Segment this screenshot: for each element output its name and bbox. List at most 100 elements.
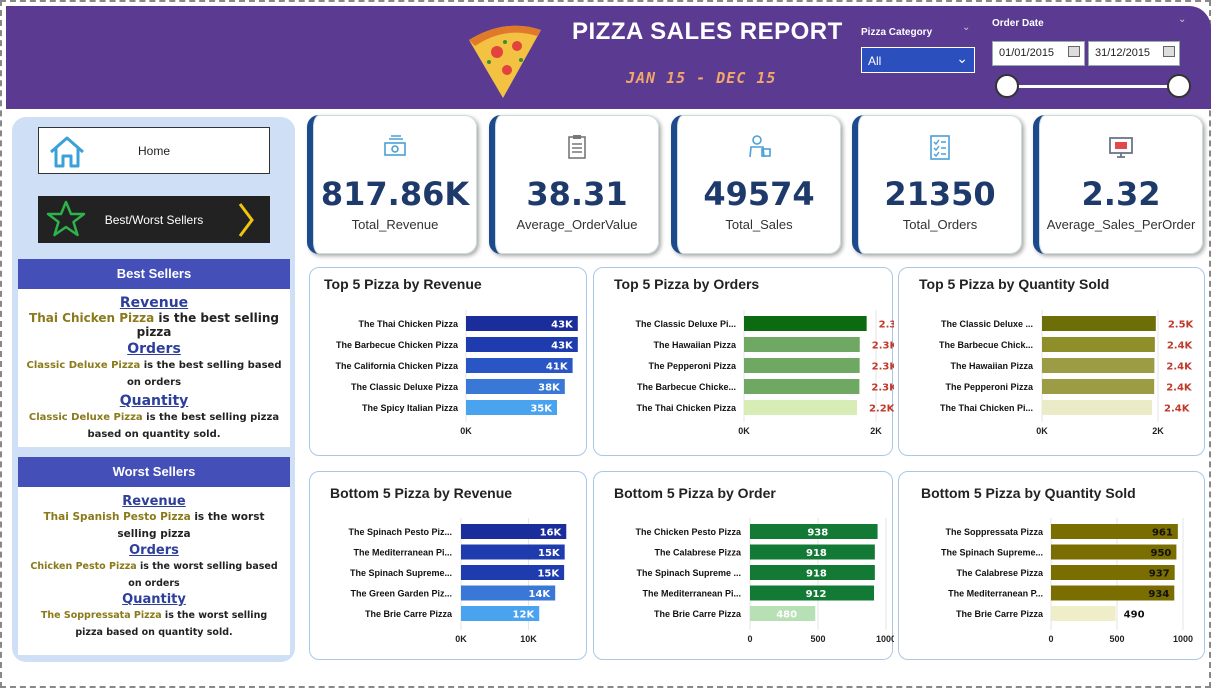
data-label: 961 — [1152, 528, 1173, 539]
data-label: 16K — [540, 528, 563, 539]
best-revenue-desc: is the best selling pizza — [136, 311, 279, 339]
category-label: The Barbecue Chicke... — [637, 382, 736, 392]
data-label: 43K — [551, 320, 574, 331]
bar[interactable] — [1042, 358, 1155, 373]
bar[interactable] — [1042, 316, 1156, 331]
bar[interactable] — [744, 379, 860, 394]
x-tick-label: 0K — [738, 426, 750, 436]
category-label: The Pepperoni Pizza — [945, 382, 1034, 392]
start-date-input[interactable]: 01/01/2015 — [992, 41, 1085, 66]
best-worst-sellers-button[interactable]: Best/Worst Sellers — [38, 196, 270, 243]
kpi-card-total-orders: 21350 Total_Orders — [852, 115, 1022, 254]
dashboard: PIZZA SALES REPORT JAN 15 - DEC 15 Pizza… — [0, 0, 1211, 688]
x-tick-label: 1000 — [876, 634, 894, 644]
data-label: 950 — [1151, 548, 1172, 559]
worst-quantity-heading: Quantity — [122, 592, 186, 607]
bar[interactable] — [744, 400, 857, 415]
calendar-icon[interactable] — [1068, 46, 1080, 57]
x-tick-label: 1000 — [1173, 634, 1193, 644]
data-label: 934 — [1148, 589, 1169, 600]
calendar-icon[interactable] — [1163, 46, 1175, 57]
best-orders-desc: is the best selling based on orders — [126, 360, 282, 388]
best-quantity-heading: Quantity — [119, 393, 189, 409]
category-label: The Hawaiian Pizza — [653, 340, 737, 350]
category-label: The Classic Deluxe ... — [941, 319, 1033, 329]
data-label: 2.3K — [872, 362, 894, 373]
kpi-card-average-order-value: 38.31 Average_OrderValue — [489, 115, 659, 254]
category-label: The Mediterranean P... — [948, 589, 1043, 599]
kpi-label: Total_Sales — [725, 217, 793, 232]
data-label: 918 — [806, 548, 827, 559]
bar[interactable] — [1042, 400, 1153, 415]
worst-sellers-body: Revenue Thai Spanish Pesto Pizza is the … — [18, 487, 290, 645]
home-icon — [50, 136, 84, 168]
order-list-icon — [930, 135, 950, 160]
data-label: 480 — [776, 610, 797, 621]
pizza-category-label: Pizza Category — [861, 27, 933, 38]
kpi-label: Average_Sales_PerOrder — [1046, 217, 1196, 232]
date-slider-track[interactable] — [1011, 85, 1183, 88]
bar[interactable] — [744, 316, 867, 331]
date-slider-start-handle[interactable] — [995, 74, 1019, 98]
category-label: The Hawaiian Pizza — [950, 361, 1034, 371]
monitor-icon — [1109, 137, 1133, 158]
bar[interactable] — [744, 358, 860, 373]
data-label: 38K — [538, 383, 561, 394]
chevron-down-icon[interactable]: ⌄ — [1178, 14, 1186, 25]
category-label: The Thai Chicken Pi... — [940, 403, 1033, 413]
category-label: The Brie Carre Pizza — [956, 609, 1044, 619]
data-label: 2.5K — [1168, 320, 1195, 331]
home-button[interactable]: Home — [38, 127, 270, 174]
category-label: The Thai Chicken Pizza — [358, 319, 459, 329]
x-tick-label: 0K — [455, 634, 467, 644]
x-tick-label: 10K — [520, 634, 537, 644]
category-label: The Classic Deluxe Pi... — [635, 319, 736, 329]
header-banner: PIZZA SALES REPORT JAN 15 - DEC 15 Pizza… — [6, 6, 1211, 109]
chart-bottom5-revenue: Bottom 5 Pizza by Revenue 0K10K20KThe Sp… — [309, 471, 588, 660]
chart-top5-revenue: Top 5 Pizza by Revenue 0K50KThe Thai Chi… — [309, 267, 588, 456]
category-label: The Green Garden Piz... — [350, 589, 452, 599]
data-label: 490 — [1124, 610, 1145, 621]
bar-chart-svg: 0K10K20KThe Spinach Pesto Piz...16KThe M… — [348, 518, 588, 644]
chart-top5-orders: Top 5 Pizza by Orders 0K 2K The Classic De… — [593, 267, 894, 456]
kpi-card-total-revenue: 817.86K Total_Revenue — [307, 115, 477, 254]
category-label: The Pepperoni Pizza — [648, 361, 737, 371]
worst-orders-heading: Orders — [129, 543, 179, 558]
category-label: The Soppressata Pizza — [945, 527, 1044, 537]
category-label: The Brie Carre Pizza — [654, 609, 742, 619]
date-slider-end-handle[interactable] — [1167, 74, 1191, 98]
best-sellers-panel: Best Sellers Revenue Thai Chicken Pizza … — [18, 259, 290, 447]
pizza-category-select[interactable]: All ⌄ — [861, 47, 975, 73]
category-label: The Chicken Pesto Pizza — [635, 527, 742, 537]
chart-top5-quantity: Top 5 Pizza by Quantity Sold 0K 2K The Cla… — [898, 267, 1205, 456]
data-label: 2.2K — [869, 404, 894, 415]
order-date-label: Order Date — [992, 18, 1044, 29]
data-label: 937 — [1149, 569, 1170, 580]
data-label: 918 — [806, 569, 827, 580]
category-label: The Spinach Supreme... — [350, 568, 452, 578]
bar-chart-svg: 0 500 1000 The Soppressata Pizza 961 The Spin… — [941, 518, 1193, 644]
end-date-input[interactable]: 31/12/2015 — [1088, 41, 1180, 66]
data-label: 2.3K — [872, 341, 894, 352]
bar[interactable] — [1042, 379, 1155, 394]
data-label: 14K — [529, 589, 552, 600]
bar[interactable] — [1042, 337, 1155, 352]
best-quantity-text: Classic Deluxe Pizza is the best selling… — [26, 409, 282, 443]
best-orders-text: Classic Deluxe Pizza is the best selling… — [26, 357, 282, 391]
worst-orders-pizza: Chicken Pesto Pizza — [30, 561, 137, 572]
data-label: 2.3K — [871, 383, 894, 394]
home-button-label: Home — [137, 143, 170, 158]
data-label: 2.4K — [1166, 383, 1193, 394]
kpi-label: Total_Revenue — [351, 217, 439, 232]
best-revenue-heading: Revenue — [119, 295, 189, 311]
chart-bottom5-order: Bottom 5 Pizza by Order 0 500 1000 The Chic… — [593, 471, 894, 660]
category-label: The Brie Carre Pizza — [365, 609, 453, 619]
chevron-right-icon — [238, 203, 254, 237]
data-label: 35K — [530, 404, 553, 415]
bar[interactable] — [744, 337, 860, 352]
kpi-value: 38.31 — [526, 175, 628, 213]
category-label: The Spicy Italian Pizza — [362, 403, 459, 413]
bar[interactable] — [1051, 606, 1116, 621]
data-label: 938 — [807, 528, 828, 539]
chevron-down-icon[interactable]: ⌄ — [962, 22, 970, 33]
